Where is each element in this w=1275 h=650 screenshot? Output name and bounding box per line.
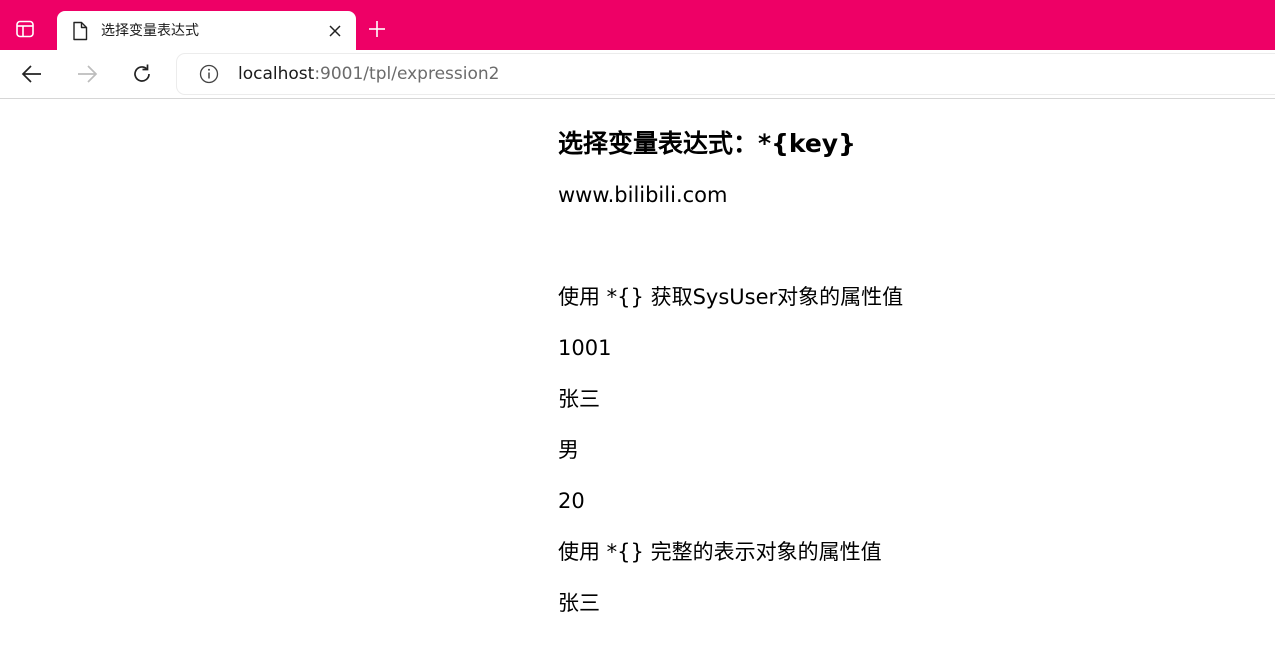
user-sex: 男: [558, 438, 579, 462]
document-icon: [71, 21, 89, 41]
user-id: 1001: [558, 336, 612, 360]
tab-title: 选择变量表达式: [101, 23, 199, 39]
page-content: 选择变量表达式：*{key} www.bilibili.com 使用 *{} 获…: [558, 118, 1258, 629]
new-tab-icon[interactable]: [366, 18, 388, 40]
browser-toolbar: localhost:9001/tpl/expression2: [0, 50, 1275, 99]
refresh-icon[interactable]: [130, 62, 154, 86]
user-name: 张三: [558, 387, 600, 411]
full-user-name: 张三: [558, 591, 600, 615]
back-arrow-icon[interactable]: [20, 62, 44, 86]
url-path: :9001/tpl/expression2: [314, 64, 500, 84]
section1-label: 使用 *{} 获取SysUser对象的属性值: [558, 285, 904, 309]
address-bar[interactable]: localhost:9001/tpl/expression2: [177, 54, 1275, 94]
url-host: localhost: [238, 64, 315, 84]
url-text[interactable]: localhost:9001/tpl/expression2: [238, 63, 499, 85]
info-icon[interactable]: [199, 64, 219, 84]
close-icon[interactable]: [326, 22, 344, 40]
site-text: www.bilibili.com: [558, 183, 728, 207]
page-heading: 选择变量表达式：*{key}: [558, 129, 856, 158]
tab-strip: 选择变量表达式: [0, 0, 1275, 50]
sidebar-toggle-icon[interactable]: [14, 18, 36, 40]
user-age: 20: [558, 489, 585, 513]
section2-label: 使用 *{} 完整的表示对象的属性值: [558, 540, 882, 564]
forward-arrow-icon[interactable]: [75, 62, 99, 86]
active-tab[interactable]: 选择变量表达式: [57, 11, 356, 50]
